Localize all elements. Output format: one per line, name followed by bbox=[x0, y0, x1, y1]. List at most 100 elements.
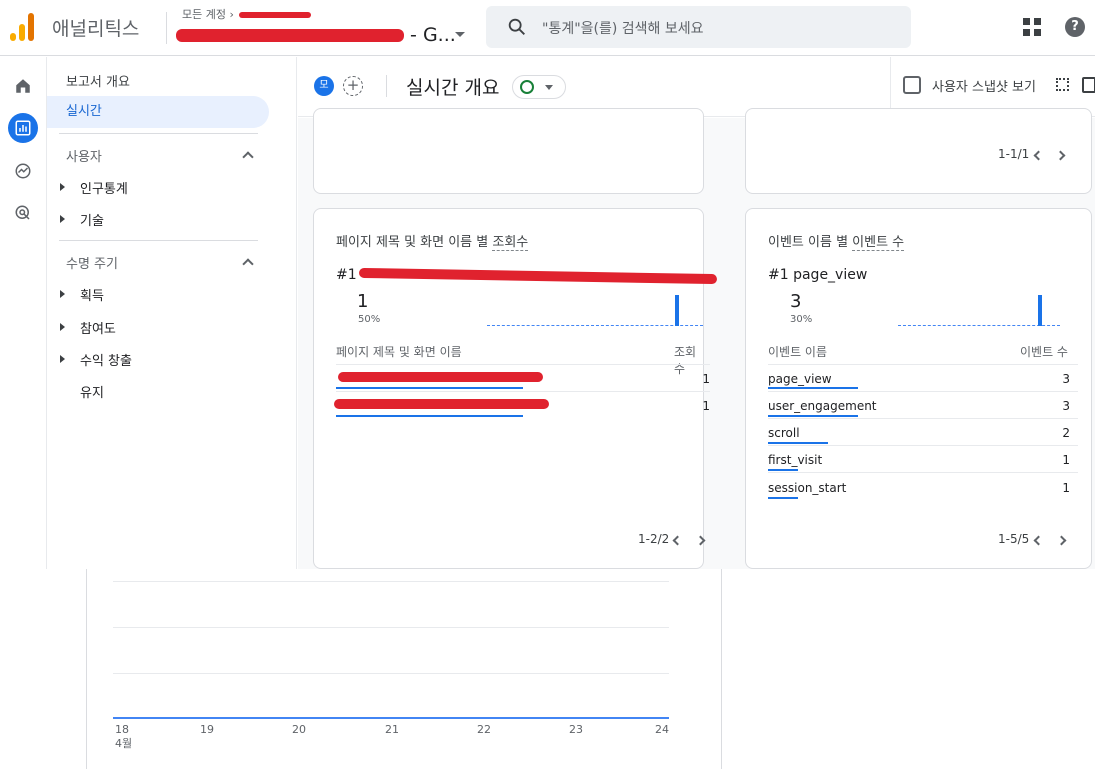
redacted-account bbox=[239, 12, 312, 18]
row-value: 1 bbox=[702, 399, 710, 413]
chevron-down-icon[interactable] bbox=[455, 32, 465, 37]
bottom-region: 18 4월 19 20 21 22 23 24 bbox=[0, 569, 1095, 769]
divider bbox=[768, 391, 1078, 392]
next-page-icon[interactable] bbox=[1055, 150, 1066, 161]
divider bbox=[166, 12, 167, 44]
divider bbox=[386, 75, 387, 97]
add-comparison-button[interactable]: + bbox=[343, 76, 363, 96]
sidebar-item-engagement[interactable]: 참여도 bbox=[80, 318, 116, 337]
grid-line bbox=[113, 627, 669, 628]
card-title: 페이지 제목 및 화면 이름 별 조회수 bbox=[336, 231, 529, 251]
expand-arrow-icon[interactable] bbox=[60, 323, 65, 331]
top-bar: 애널리틱스 모든 계정 › - G... "통계"을(를) 검색해 보세요 ? bbox=[0, 0, 1095, 56]
divider bbox=[768, 445, 1078, 446]
card-title-prefix: 이벤트 이름 별 bbox=[768, 235, 849, 250]
help-icon[interactable]: ? bbox=[1065, 17, 1085, 37]
column-header-dimension[interactable]: 이벤트 이름 bbox=[768, 343, 827, 360]
card-title-metric[interactable]: 조회수 bbox=[492, 235, 529, 251]
redacted-row-label bbox=[338, 372, 543, 382]
grid-line bbox=[113, 673, 669, 674]
x-tick: 19 bbox=[200, 723, 214, 736]
row-share-bar bbox=[768, 387, 858, 389]
series-line bbox=[113, 717, 669, 719]
column-header-metric[interactable]: 이벤트 수 bbox=[1020, 343, 1068, 360]
fullscreen-icon[interactable] bbox=[1056, 78, 1069, 91]
explore-icon[interactable] bbox=[8, 156, 38, 186]
x-month: 4월 bbox=[115, 737, 133, 750]
event-name[interactable]: page_view bbox=[768, 372, 832, 386]
grid-line bbox=[113, 581, 669, 582]
next-page-icon[interactable] bbox=[695, 535, 706, 546]
x-tick: 23 bbox=[569, 723, 583, 736]
sidebar-item-monetization[interactable]: 수익 창출 bbox=[80, 350, 132, 369]
sidebar-item-tech[interactable]: 기술 bbox=[80, 210, 104, 229]
prev-page-icon[interactable] bbox=[1033, 150, 1044, 161]
sidebar-item-acquisition[interactable]: 획득 bbox=[80, 285, 104, 304]
sidebar-item-realtime[interactable]: 실시간 bbox=[47, 96, 269, 128]
prev-page-icon[interactable] bbox=[1033, 535, 1044, 546]
row-share-bar bbox=[336, 415, 523, 417]
row-share-bar bbox=[768, 469, 798, 471]
row-value: 1 bbox=[1062, 453, 1070, 467]
sidebar-item-demographics[interactable]: 인구통계 bbox=[80, 178, 128, 197]
event-name[interactable]: first_visit bbox=[768, 453, 822, 467]
status-dropdown[interactable] bbox=[512, 75, 566, 99]
x-tick: 20 bbox=[292, 723, 306, 736]
card-title-prefix: 페이지 제목 및 화면 이름 별 bbox=[336, 235, 489, 250]
event-name[interactable]: session_start bbox=[768, 481, 846, 495]
analytics-logo-icon[interactable] bbox=[10, 13, 36, 41]
expand-arrow-icon[interactable] bbox=[60, 290, 65, 298]
expand-arrow-icon[interactable] bbox=[60, 355, 65, 363]
insights-icon[interactable] bbox=[1082, 77, 1095, 93]
chevron-up-icon[interactable] bbox=[242, 258, 254, 270]
redacted-row-label bbox=[334, 399, 549, 409]
breadcrumb[interactable]: 모든 계정 › bbox=[182, 6, 312, 22]
card-title-metric[interactable]: 이벤트 수 bbox=[852, 235, 905, 251]
event-name[interactable]: user_engagement bbox=[768, 399, 877, 413]
sidebar-section-users[interactable]: 사용자 bbox=[66, 146, 102, 165]
rank-number: #1 bbox=[768, 267, 789, 283]
top-percent: 50% bbox=[358, 314, 381, 325]
apps-grid-icon[interactable] bbox=[1023, 18, 1041, 36]
divider bbox=[336, 391, 710, 392]
pagination-label: 1-1/1 bbox=[998, 147, 1030, 161]
chevron-up-icon[interactable] bbox=[242, 151, 254, 163]
row-value: 2 bbox=[1062, 426, 1070, 440]
chevron-down-icon bbox=[545, 85, 553, 90]
divider bbox=[768, 364, 1078, 365]
reports-sidebar: 보고서 개요 실시간 사용자 인구통계 기술 수명 주기 획득 참여도 수익 창… bbox=[47, 57, 297, 569]
reports-icon[interactable] bbox=[8, 113, 38, 143]
sidebar-item-retention[interactable]: 유지 bbox=[80, 382, 104, 401]
sidebar-section-lifecycle[interactable]: 수명 주기 bbox=[66, 253, 118, 272]
pagination-label: 1-5/5 bbox=[998, 532, 1030, 546]
sidebar-item-overview[interactable]: 보고서 개요 bbox=[66, 71, 130, 90]
expand-arrow-icon[interactable] bbox=[60, 215, 65, 223]
rank-label: #1 page_view bbox=[768, 267, 867, 283]
advertising-icon[interactable] bbox=[8, 198, 38, 228]
user-snapshot-button[interactable]: 사용자 스냅샷 보기 bbox=[932, 76, 1036, 95]
row-share-bar bbox=[336, 387, 523, 389]
app-name[interactable]: 애널리틱스 bbox=[52, 14, 139, 41]
next-page-icon[interactable] bbox=[1056, 535, 1067, 546]
x-tick: 22 bbox=[477, 723, 491, 736]
divider bbox=[768, 472, 1078, 473]
column-header-dimension[interactable]: 페이지 제목 및 화면 이름 bbox=[336, 343, 462, 360]
redacted-top-page bbox=[358, 267, 718, 285]
pagination-label: 1-2/2 bbox=[638, 532, 670, 546]
row-value: 3 bbox=[1062, 372, 1070, 386]
sparkline-baseline bbox=[487, 325, 703, 326]
expand-arrow-icon[interactable] bbox=[60, 183, 65, 191]
user-snapshot-icon[interactable] bbox=[903, 76, 921, 94]
property-selector[interactable]: - G... bbox=[176, 24, 456, 46]
breadcrumb-all-accounts[interactable]: 모든 계정 bbox=[182, 8, 226, 21]
search-input[interactable]: "통계"을(를) 검색해 보세요 bbox=[486, 6, 911, 48]
divider bbox=[768, 418, 1078, 419]
page-title: 실시간 개요 bbox=[406, 77, 500, 99]
sparkline-baseline bbox=[898, 325, 1060, 326]
comparison-chip[interactable]: 모 bbox=[314, 76, 334, 96]
divider bbox=[59, 133, 258, 134]
home-icon[interactable] bbox=[8, 71, 38, 101]
event-name[interactable]: scroll bbox=[768, 426, 800, 440]
top-left-card bbox=[313, 108, 704, 194]
prev-page-icon[interactable] bbox=[672, 535, 683, 546]
